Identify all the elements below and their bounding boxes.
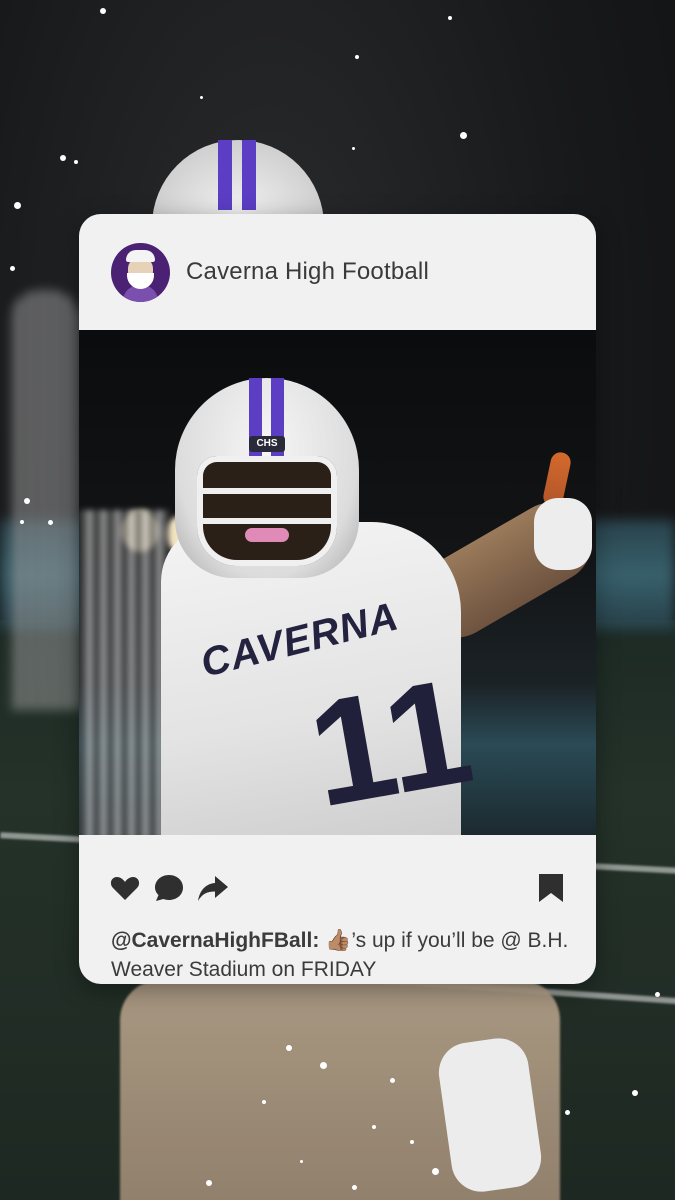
helmet-badge: CHS: [249, 436, 285, 452]
account-name[interactable]: Caverna High Football: [186, 258, 429, 286]
comment-bubble-icon[interactable]: [153, 872, 185, 904]
referee-silhouette: [10, 290, 80, 710]
post-header: Caverna High Football: [79, 214, 596, 330]
thumbs-up-emoji: 👍🏽: [325, 929, 352, 952]
post-photo[interactable]: CAVERNA 11 CHS: [79, 330, 596, 835]
referee: [79, 510, 169, 835]
bookmark-icon[interactable]: [537, 872, 565, 904]
jersey-number: 11: [297, 645, 483, 835]
player-glove: [534, 498, 592, 570]
social-post-card: Caverna High Football CAVERNA 11 CHS @Ca…: [79, 214, 596, 984]
player-helmet: CHS: [175, 378, 359, 578]
post-actions: [109, 870, 569, 906]
post-caption: @CavernaHighFBall: 👍🏽’s up if you’ll be …: [111, 926, 571, 984]
heart-icon[interactable]: [109, 872, 141, 904]
share-arrow-icon[interactable]: [197, 872, 229, 904]
caption-handle[interactable]: @CavernaHighFBall:: [111, 929, 319, 952]
avatar[interactable]: [111, 242, 170, 302]
